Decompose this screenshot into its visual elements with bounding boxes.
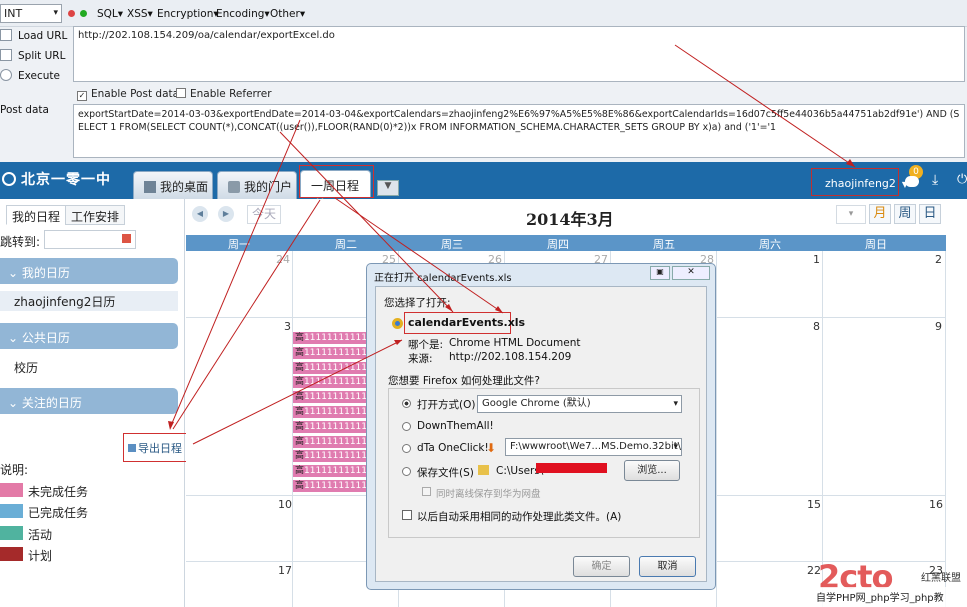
watermark-small: 红黑联盟 [921, 573, 961, 584]
annotation-arrows [168, 44, 856, 445]
watermark-footer: 自学PHP网_php学习_php教 [798, 587, 967, 607]
